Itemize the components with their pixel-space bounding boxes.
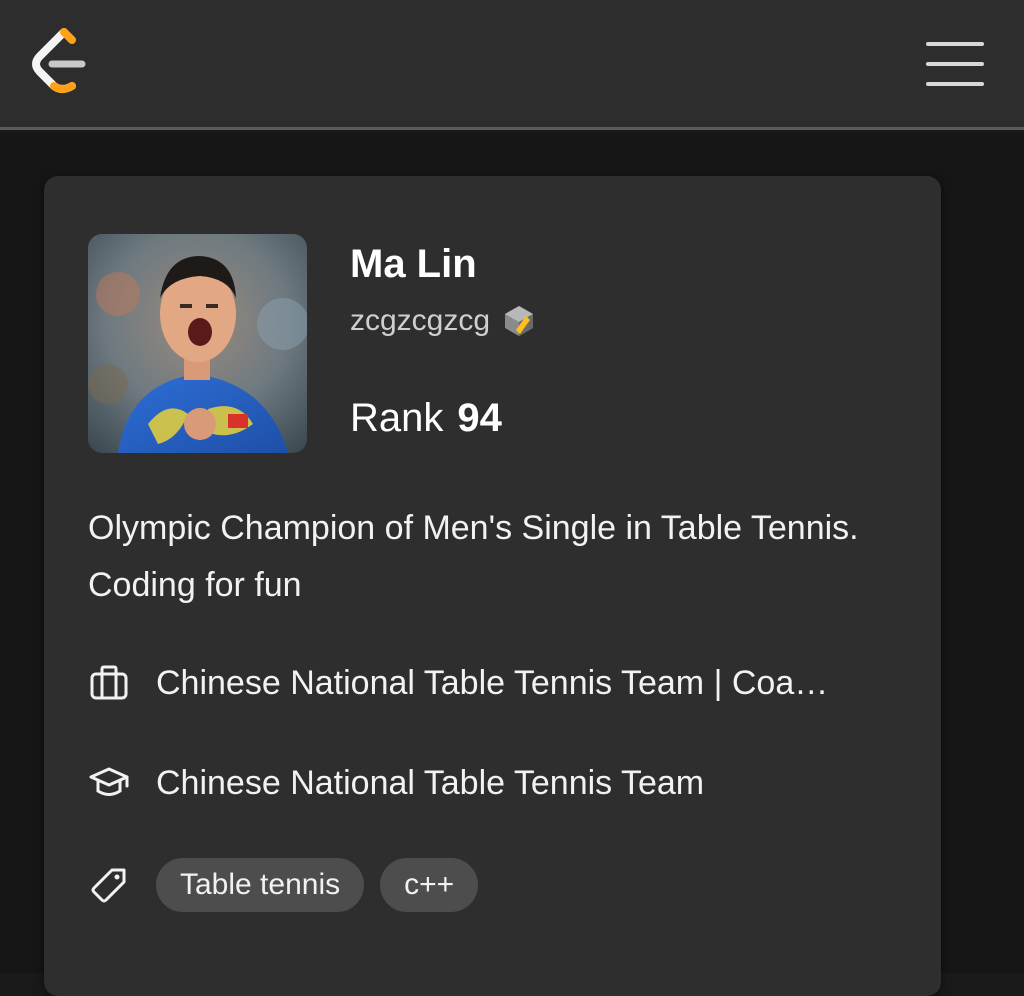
- tags-row: Table tennis c++: [88, 858, 908, 912]
- company-text: Chinese National Table Tennis Team | Coa…: [156, 663, 829, 702]
- rank-value: 94: [457, 396, 502, 440]
- tag-chip[interactable]: c++: [380, 858, 479, 912]
- school-row: Chinese National Table Tennis Team: [88, 762, 908, 804]
- profile-name: Ma Lin: [350, 242, 477, 286]
- username-row: zcgzcgzcg: [350, 304, 536, 338]
- username: zcgzcgzcg: [350, 304, 491, 337]
- hamburger-menu-icon[interactable]: [924, 38, 986, 90]
- graduation-cap-icon: [88, 762, 130, 804]
- top-navigation-bar: [0, 0, 1024, 130]
- cube-badge-icon[interactable]: [502, 304, 536, 338]
- tag-chip[interactable]: Table tennis: [156, 858, 365, 912]
- avatar[interactable]: [88, 234, 307, 453]
- rank-label: Rank: [350, 396, 444, 440]
- company-row: Chinese National Table Tennis Team | Coa…: [88, 662, 908, 704]
- briefcase-icon: [88, 662, 130, 704]
- rank-row: Rank 94: [350, 396, 502, 441]
- profile-bio: Olympic Champion of Men's Single in Tabl…: [88, 509, 859, 604]
- tag-icon: [88, 864, 130, 906]
- school-text: Chinese National Table Tennis Team: [156, 763, 705, 802]
- profile-card: Ma Lin zcgzcgzcg Rank 94 Olympic Champion…: [44, 176, 941, 996]
- leetcode-logo-icon[interactable]: [28, 28, 90, 94]
